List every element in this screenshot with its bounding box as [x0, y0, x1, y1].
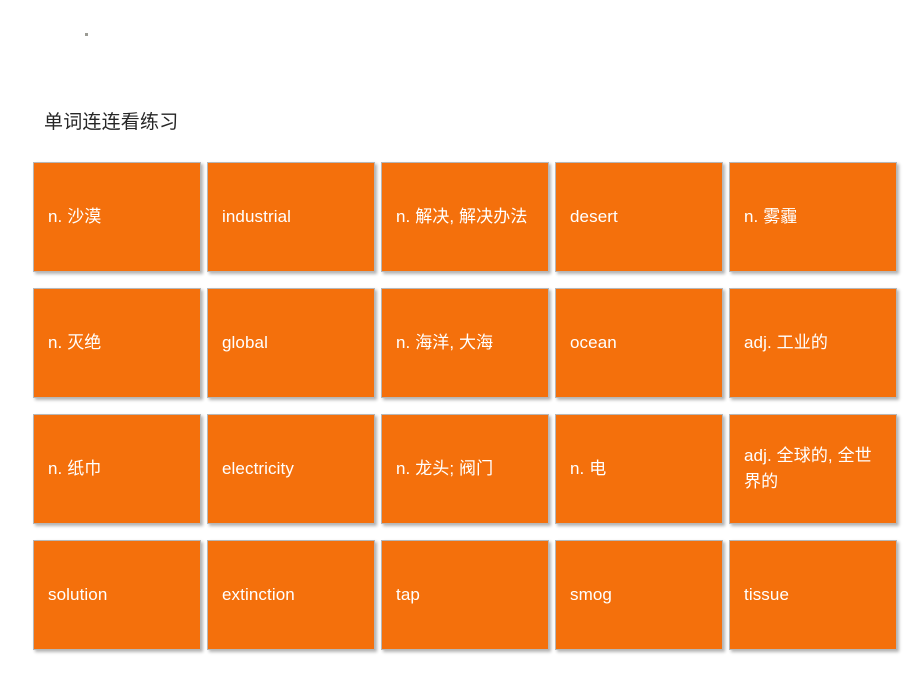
- word-tile-label: adj. 工业的: [744, 333, 828, 352]
- word-tile[interactable]: tap: [381, 540, 549, 650]
- word-tile[interactable]: n. 海洋, 大海: [381, 288, 549, 398]
- word-tile-label: adj. 全球的, 全世界的: [744, 446, 872, 491]
- word-tile-label: extinction: [222, 585, 295, 604]
- word-tile[interactable]: solution: [33, 540, 201, 650]
- word-tile-label: n. 沙漠: [48, 207, 102, 226]
- word-tile[interactable]: n. 电: [555, 414, 723, 524]
- word-tile[interactable]: n. 沙漠: [33, 162, 201, 272]
- word-tile-label: solution: [48, 585, 108, 604]
- word-tile[interactable]: extinction: [207, 540, 375, 650]
- word-tile[interactable]: adj. 全球的, 全世界的: [729, 414, 897, 524]
- word-tile[interactable]: n. 纸巾: [33, 414, 201, 524]
- word-tile-label: global: [222, 333, 268, 352]
- word-tile-label: n. 雾霾: [744, 207, 798, 226]
- word-tile-label: tissue: [744, 585, 790, 604]
- word-tile[interactable]: global: [207, 288, 375, 398]
- word-tile-label: ocean: [570, 333, 617, 352]
- word-tile[interactable]: n. 灭绝: [33, 288, 201, 398]
- word-tile[interactable]: electricity: [207, 414, 375, 524]
- word-tile-label: n. 电: [570, 459, 607, 478]
- word-tile[interactable]: adj. 工业的: [729, 288, 897, 398]
- page-title: 单词连连看练习: [44, 112, 179, 133]
- word-tile[interactable]: desert: [555, 162, 723, 272]
- word-tile-label: tap: [396, 585, 420, 604]
- word-tile-label: smog: [570, 585, 612, 604]
- word-tile[interactable]: ocean: [555, 288, 723, 398]
- word-tile[interactable]: n. 雾霾: [729, 162, 897, 272]
- word-tile-label: industrial: [222, 207, 292, 226]
- word-tile[interactable]: smog: [555, 540, 723, 650]
- word-tile-label: electricity: [222, 459, 294, 478]
- word-tile-label: n. 解决, 解决办法: [396, 207, 528, 226]
- word-tile[interactable]: n. 解决, 解决办法: [381, 162, 549, 272]
- corner-dot-icon: [85, 33, 88, 36]
- word-tile-label: n. 纸巾: [48, 459, 102, 478]
- word-tile[interactable]: industrial: [207, 162, 375, 272]
- word-tile-label: desert: [570, 207, 618, 226]
- word-tile[interactable]: tissue: [729, 540, 897, 650]
- word-tile-label: n. 海洋, 大海: [396, 333, 494, 352]
- word-tile-label: n. 灭绝: [48, 333, 102, 352]
- word-tile[interactable]: n. 龙头; 阀门: [381, 414, 549, 524]
- word-match-grid: n. 沙漠 industrial n. 解决, 解决办法 desert n. 雾…: [33, 162, 897, 650]
- word-tile-label: n. 龙头; 阀门: [396, 459, 494, 478]
